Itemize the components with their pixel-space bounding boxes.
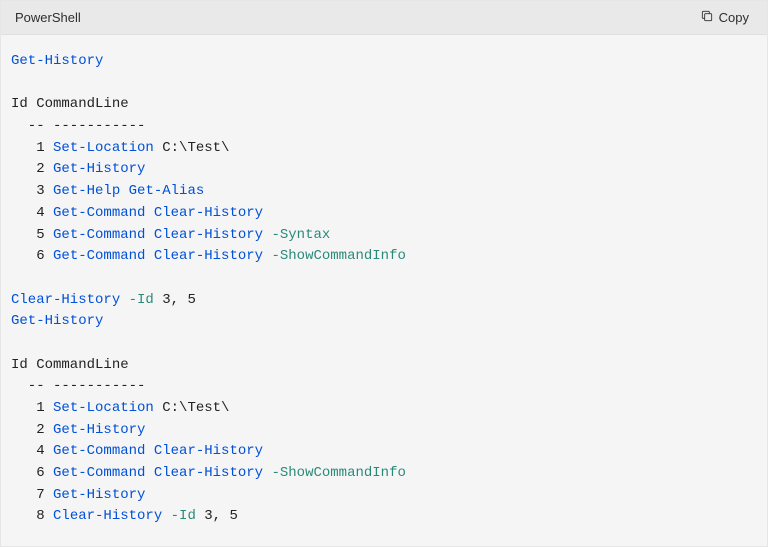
table-dashes: -- ----------- xyxy=(11,378,145,394)
cmdlet: Get-Alias xyxy=(129,183,205,199)
table-header: Id CommandLine xyxy=(11,96,129,112)
parameter: -Syntax xyxy=(271,227,330,243)
table-row: 2 xyxy=(11,422,53,438)
text: 3, 5 xyxy=(154,292,196,308)
parameter: -ShowCommandInfo xyxy=(271,248,405,264)
cmdlet: Clear-History xyxy=(53,508,162,524)
cmdlet: Get-Command xyxy=(53,443,145,459)
cmdlet: Get-Help xyxy=(53,183,120,199)
parameter: -ShowCommandInfo xyxy=(271,465,405,481)
code-block: PowerShell Copy Get-History Id CommandLi… xyxy=(0,0,768,547)
table-row: 3 xyxy=(11,183,53,199)
cmdlet: Clear-History xyxy=(154,443,263,459)
cmdlet: Get-Command xyxy=(53,465,145,481)
cmdlet: Get-History xyxy=(53,487,145,503)
code-body: Get-History Id CommandLine -- ----------… xyxy=(1,35,767,546)
language-label: PowerShell xyxy=(15,10,81,25)
cmdlet: Clear-History xyxy=(154,465,263,481)
table-row: 5 xyxy=(11,227,53,243)
cmdlet: Get-History xyxy=(53,422,145,438)
parameter: -Id xyxy=(129,292,154,308)
code-header: PowerShell Copy xyxy=(1,1,767,35)
cmdlet: Get-Command xyxy=(53,227,145,243)
table-dashes: -- ----------- xyxy=(11,118,145,134)
text: C:\Test\ xyxy=(154,400,230,416)
table-row: 4 xyxy=(11,443,53,459)
table-row: 4 xyxy=(11,205,53,221)
table-row: 2 xyxy=(11,161,53,177)
cmdlet: Clear-History xyxy=(154,248,263,264)
cmdlet: Set-Location xyxy=(53,400,154,416)
cmdlet: Clear-History xyxy=(154,227,263,243)
cmdlet: Get-History xyxy=(11,313,103,329)
cmdlet: Get-History xyxy=(11,53,103,69)
copy-button[interactable]: Copy xyxy=(696,7,753,28)
cmdlet: Clear-History xyxy=(154,205,263,221)
cmdlet: Get-Command xyxy=(53,248,145,264)
table-row: 8 xyxy=(11,508,53,524)
table-row: 6 xyxy=(11,465,53,481)
table-row: 1 xyxy=(11,140,53,156)
text: C:\Test\ xyxy=(154,140,230,156)
table-row: 6 xyxy=(11,248,53,264)
text: 3, 5 xyxy=(196,508,238,524)
cmdlet: Set-Location xyxy=(53,140,154,156)
copy-label: Copy xyxy=(719,10,749,25)
table-row: 1 xyxy=(11,400,53,416)
cmdlet: Get-Command xyxy=(53,205,145,221)
parameter: -Id xyxy=(171,508,196,524)
cmdlet: Get-History xyxy=(53,161,145,177)
table-row: 7 xyxy=(11,487,53,503)
cmdlet: Clear-History xyxy=(11,292,120,308)
table-header: Id CommandLine xyxy=(11,357,129,373)
copy-icon xyxy=(700,9,714,26)
